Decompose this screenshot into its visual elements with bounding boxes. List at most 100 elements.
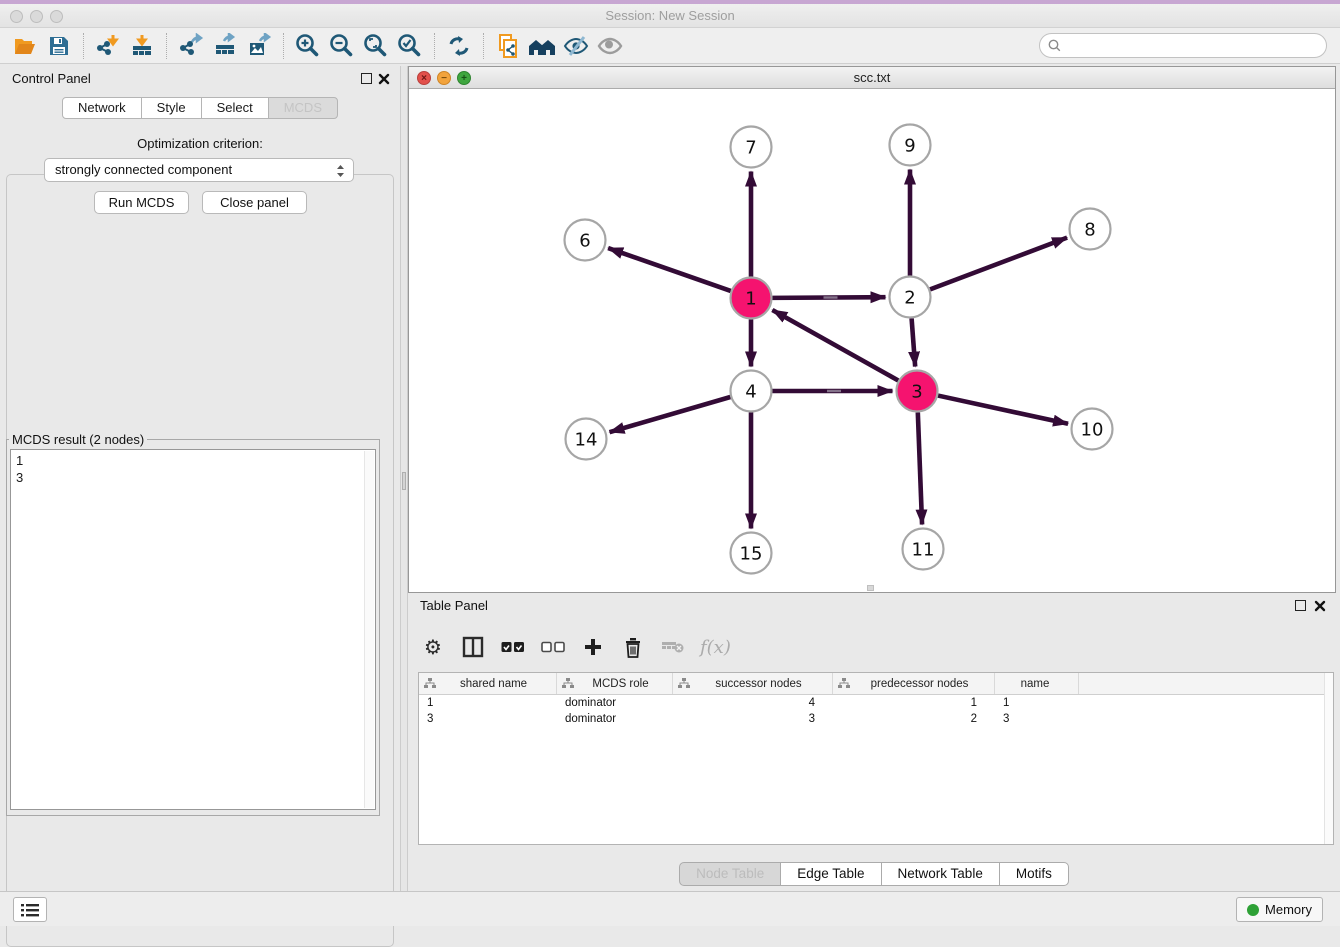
criterion-select[interactable]: strongly connected component [44,158,354,182]
node-table-header: shared nameMCDS rolesuccessor nodesprede… [419,673,1333,695]
new-network-from-selection-icon[interactable] [491,31,525,61]
refresh-layout-icon[interactable] [442,31,476,61]
cell-predecessor-nodes[interactable]: 2 [833,711,995,727]
cell-shared-name[interactable]: 1 [419,695,557,711]
cell-name[interactable]: 3 [995,711,1079,727]
tab-mcds[interactable]: MCDS [268,97,338,119]
task-history-button[interactable] [13,897,47,922]
zoom-in-icon[interactable] [291,31,325,61]
control-panel-header: Control Panel [0,66,400,92]
table-scrollbar[interactable] [1324,673,1333,844]
table-row[interactable]: 3dominator323 [419,711,1333,727]
edge-3-1[interactable] [772,310,898,381]
run-mcds-button[interactable]: Run MCDS [94,191,189,214]
first-neighbors-icon[interactable] [525,31,559,61]
network-graph-canvas[interactable]: 7968124314101511 [409,89,1335,593]
search-icon [1047,38,1063,54]
graph-node-label-10: 10 [1081,419,1104,440]
zoom-fit-icon[interactable] [359,31,393,61]
zoom-out-icon[interactable] [325,31,359,61]
add-column-icon[interactable] [580,632,606,662]
control-panel-title: Control Panel [12,71,91,86]
memory-button[interactable]: Memory [1236,897,1323,922]
edge-4-14[interactable] [610,397,731,432]
table-row[interactable]: 1dominator411 [419,695,1333,711]
tab-network[interactable]: Network [62,97,142,119]
float-table-panel-icon[interactable] [1295,600,1306,611]
edge-1-6[interactable] [608,248,731,291]
tab-select[interactable]: Select [201,97,269,119]
toolbar-separator [283,33,284,59]
result-scrollbar[interactable] [364,451,374,808]
control-panel-tabs: NetworkStyleSelectMCDS [0,97,400,119]
table-panel-header: Table Panel [408,593,1340,619]
close-panel-icon[interactable] [378,72,390,84]
close-table-panel-icon[interactable] [1314,599,1326,611]
graph-node-label-15: 15 [740,543,763,564]
edge-3-11[interactable] [918,412,922,524]
column-header-shared-name[interactable]: shared name [419,673,557,694]
column-header-MCDS-role[interactable]: MCDS role [557,673,673,694]
graph-node-label-9: 9 [904,135,915,156]
select-stepper-icon [335,162,346,187]
column-header-successor-nodes[interactable]: successor nodes [673,673,833,694]
close-panel-button[interactable]: Close panel [202,191,307,214]
search-input[interactable] [1063,36,1326,56]
node-table[interactable]: shared nameMCDS rolesuccessor nodesprede… [418,672,1334,845]
cell-successor-nodes[interactable]: 4 [673,695,833,711]
settings-gear-icon[interactable]: ⚙ [420,632,446,662]
cell-predecessor-nodes[interactable]: 1 [833,695,995,711]
import-network-icon[interactable] [91,31,125,61]
vertical-splitter[interactable] [400,66,408,891]
tab-motifs[interactable]: Motifs [999,862,1069,886]
column-header-name[interactable]: name [995,673,1079,694]
mcds-result-textarea[interactable]: 1 3 [10,449,376,810]
graph-node-label-8: 8 [1084,219,1095,240]
show-all-icon[interactable] [593,31,627,61]
cell-shared-name[interactable]: 3 [419,711,557,727]
tab-node-table[interactable]: Node Table [679,862,781,886]
graph-node-label-14: 14 [575,429,598,450]
mcds-result-group: MCDS result (2 nodes) 1 3 [6,432,380,816]
tab-style[interactable]: Style [141,97,202,119]
mcds-result-title: MCDS result (2 nodes) [9,432,147,447]
splitter-grip[interactable] [402,472,406,490]
graph-node-label-6: 6 [579,230,590,251]
export-network-icon[interactable] [174,31,208,61]
network-resize-grip[interactable] [867,585,874,591]
open-session-icon[interactable] [8,31,42,61]
zoom-selected-icon[interactable] [393,31,427,61]
cell-MCDS-role[interactable]: dominator [557,695,673,711]
float-panel-icon[interactable] [361,73,372,84]
save-session-icon[interactable] [42,31,76,61]
graph-node-label-11: 11 [912,539,935,560]
import-table-icon[interactable] [125,31,159,61]
export-image-icon[interactable] [242,31,276,61]
network-title: scc.txt [409,70,1335,85]
hide-selected-icon[interactable] [559,31,593,61]
window-titlebar: Session: New Session [0,4,1340,28]
network-view-window: × − + scc.txt 7968124314101511 [408,66,1336,593]
cell-MCDS-role[interactable]: dominator [557,711,673,727]
delete-table-icon [660,632,686,662]
cell-successor-nodes[interactable]: 3 [673,711,833,727]
graph-node-label-3: 3 [911,381,922,402]
edge-3-10[interactable] [938,396,1068,424]
memory-status-icon [1247,904,1259,916]
cell-name[interactable]: 1 [995,695,1079,711]
column-layout-icon[interactable] [460,632,486,662]
deselect-all-checkboxes-icon[interactable] [540,632,566,662]
table-panel-title: Table Panel [420,598,488,613]
select-all-checkboxes-icon[interactable] [500,632,526,662]
edge-2-8[interactable] [930,238,1067,290]
window-title: Session: New Session [0,8,1340,23]
delete-column-icon[interactable] [620,632,646,662]
graph-node-label-1: 1 [745,288,756,309]
edge-label [824,296,838,298]
tab-edge-table[interactable]: Edge Table [780,862,881,886]
search-field[interactable] [1039,33,1327,58]
tab-network-table[interactable]: Network Table [881,862,1000,886]
edge-2-3[interactable] [912,318,916,366]
column-header-predecessor-nodes[interactable]: predecessor nodes [833,673,995,694]
export-table-icon[interactable] [208,31,242,61]
